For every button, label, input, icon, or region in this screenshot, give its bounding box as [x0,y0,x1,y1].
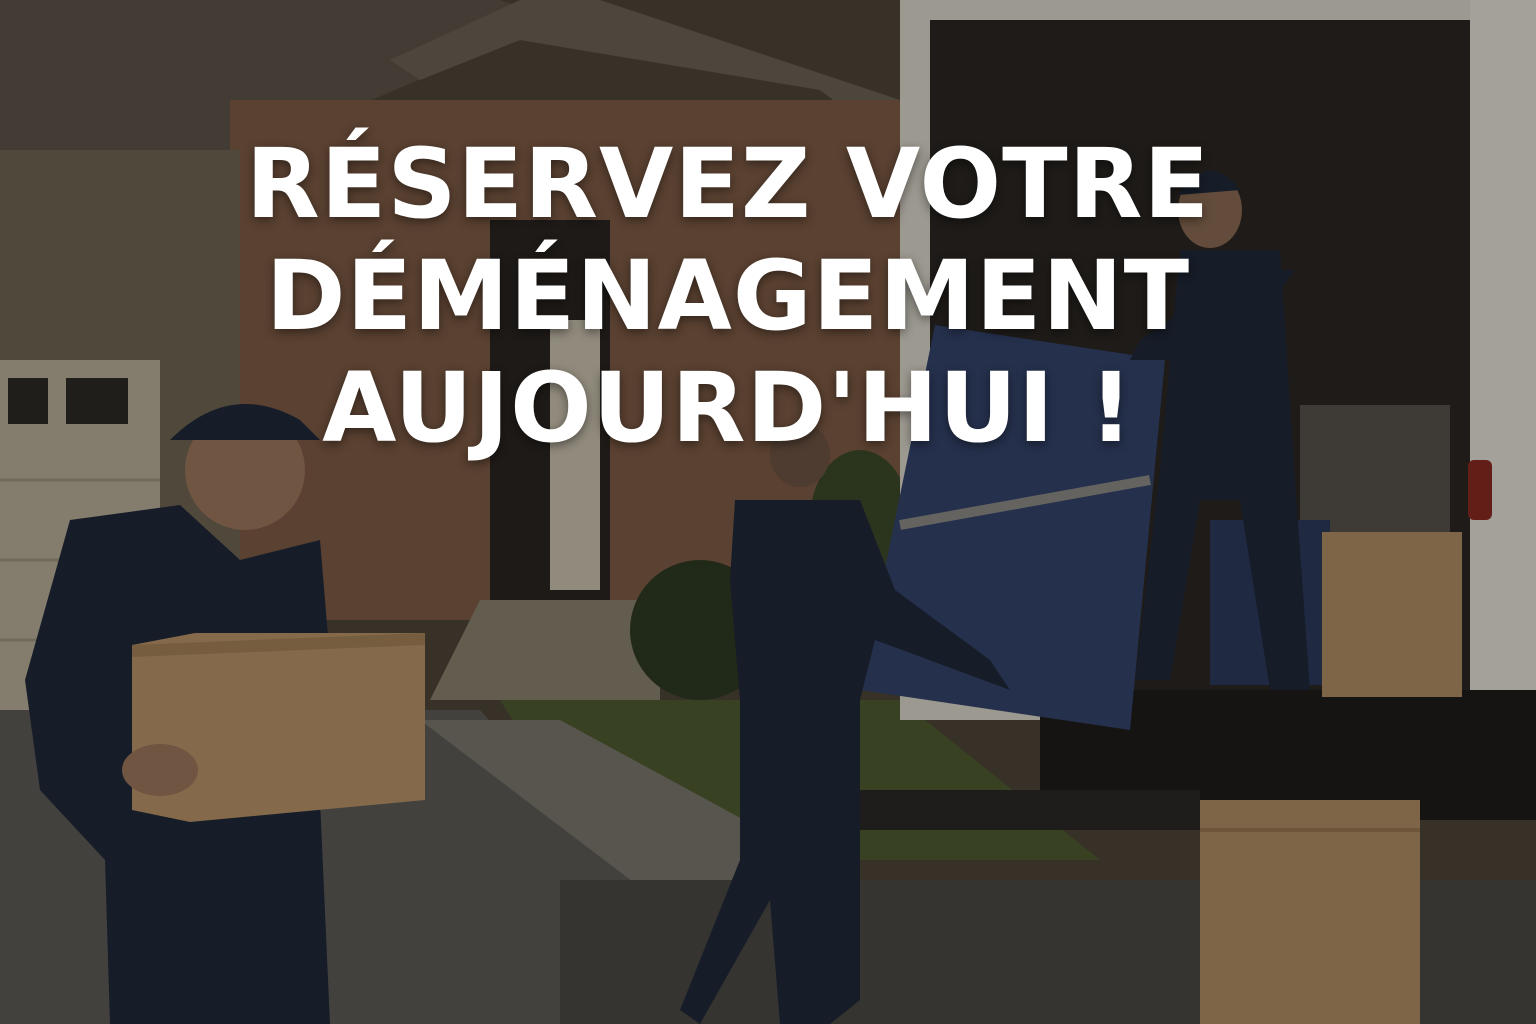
moving-banner: RÉSERVEZ VOTRE DÉMÉNAGEMENT AUJOURD'HUI … [0,0,1536,1024]
headline: RÉSERVEZ VOTRE DÉMÉNAGEMENT AUJOURD'HUI … [168,128,1288,464]
headline-line-3: AUJOURD'HUI ! [322,352,1134,464]
headline-line-1: RÉSERVEZ VOTRE [245,128,1211,240]
headline-line-2: DÉMÉNAGEMENT [265,240,1191,352]
